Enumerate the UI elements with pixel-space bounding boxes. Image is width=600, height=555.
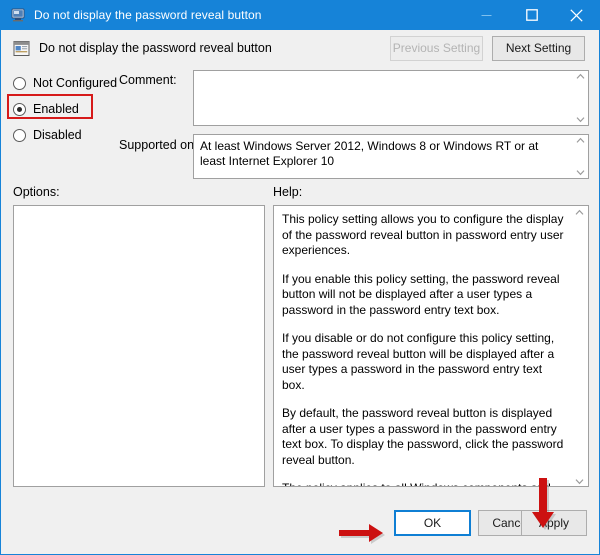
options-panel[interactable]: [13, 205, 265, 487]
radio-disabled-label: Disabled: [33, 128, 82, 142]
apply-button[interactable]: Apply: [521, 510, 587, 536]
close-button[interactable]: [554, 0, 599, 30]
minimize-button[interactable]: [464, 0, 509, 30]
help-text: This policy setting allows you to config…: [274, 206, 588, 486]
help-paragraph: If you enable this policy setting, the p…: [282, 271, 560, 317]
comment-value: [194, 71, 588, 79]
comment-label: Comment:: [119, 73, 177, 87]
title-bar: Do not display the password reveal butto…: [1, 0, 599, 30]
scroll-up-icon: [576, 73, 585, 79]
state-radio-group: Not Configured Enabled Disabled: [7, 70, 117, 148]
setting-header: Do not display the password reveal butto…: [1, 30, 599, 66]
group-policy-setting-dialog: Do not display the password reveal butto…: [0, 0, 600, 555]
help-paragraph: This policy setting allows you to config…: [282, 212, 564, 257]
ok-button[interactable]: OK: [394, 510, 471, 536]
scroll-down-icon: [575, 479, 584, 485]
supported-on-field[interactable]: At least Windows Server 2012, Windows 8 …: [193, 134, 589, 179]
radio-not-configured[interactable]: Not Configured: [13, 70, 117, 96]
radio-enabled-label: Enabled: [33, 102, 79, 116]
content-panels: This policy setting allows you to config…: [1, 205, 599, 490]
radio-enabled-mark: [13, 102, 26, 116]
radio-not-configured-label: Not Configured: [33, 76, 118, 90]
setting-state-section: Not Configured Enabled Disabled Comment:…: [1, 66, 599, 183]
options-value: [14, 206, 264, 218]
radio-enabled[interactable]: Enabled: [7, 94, 113, 122]
scroll-down-icon: [576, 117, 585, 123]
policy-document-icon: [13, 40, 30, 57]
help-paragraph: The policy applies to all Windows compon…: [282, 481, 564, 486]
help-scrollbar[interactable]: [571, 207, 587, 486]
setting-title: Do not display the password reveal butto…: [39, 41, 272, 55]
panel-labels: Options: Help:: [1, 183, 599, 205]
options-label: Options:: [13, 185, 60, 199]
policy-setting-icon: [10, 7, 26, 23]
next-setting-button[interactable]: Next Setting: [492, 35, 585, 61]
scroll-up-icon: [575, 209, 584, 215]
help-label: Help:: [273, 185, 303, 199]
radio-disabled[interactable]: Disabled: [13, 122, 113, 148]
previous-setting-button[interactable]: Previous Setting: [390, 35, 483, 61]
scroll-up-icon: [576, 137, 585, 143]
maximize-button[interactable]: [509, 0, 554, 30]
radio-disabled-mark: [13, 128, 26, 142]
dialog-footer: OK Cancel Apply: [1, 490, 599, 550]
help-paragraph: If you disable or do not configure this …: [282, 331, 555, 392]
window-title: Do not display the password reveal butto…: [34, 8, 262, 22]
scroll-down-icon: [576, 170, 585, 176]
supported-on-label: Supported on:: [119, 138, 198, 152]
setting-nav-buttons: Previous Setting Next Setting: [390, 35, 585, 61]
comment-input[interactable]: [193, 70, 589, 126]
radio-not-configured-mark: [13, 76, 26, 90]
supported-on-value: At least Windows Server 2012, Windows 8 …: [200, 139, 539, 168]
help-panel[interactable]: This policy setting allows you to config…: [273, 205, 589, 487]
help-paragraph: By default, the password reveal button i…: [282, 406, 564, 467]
comment-scrollbar[interactable]: [572, 71, 588, 125]
supported-on-scrollbar[interactable]: [572, 135, 588, 178]
